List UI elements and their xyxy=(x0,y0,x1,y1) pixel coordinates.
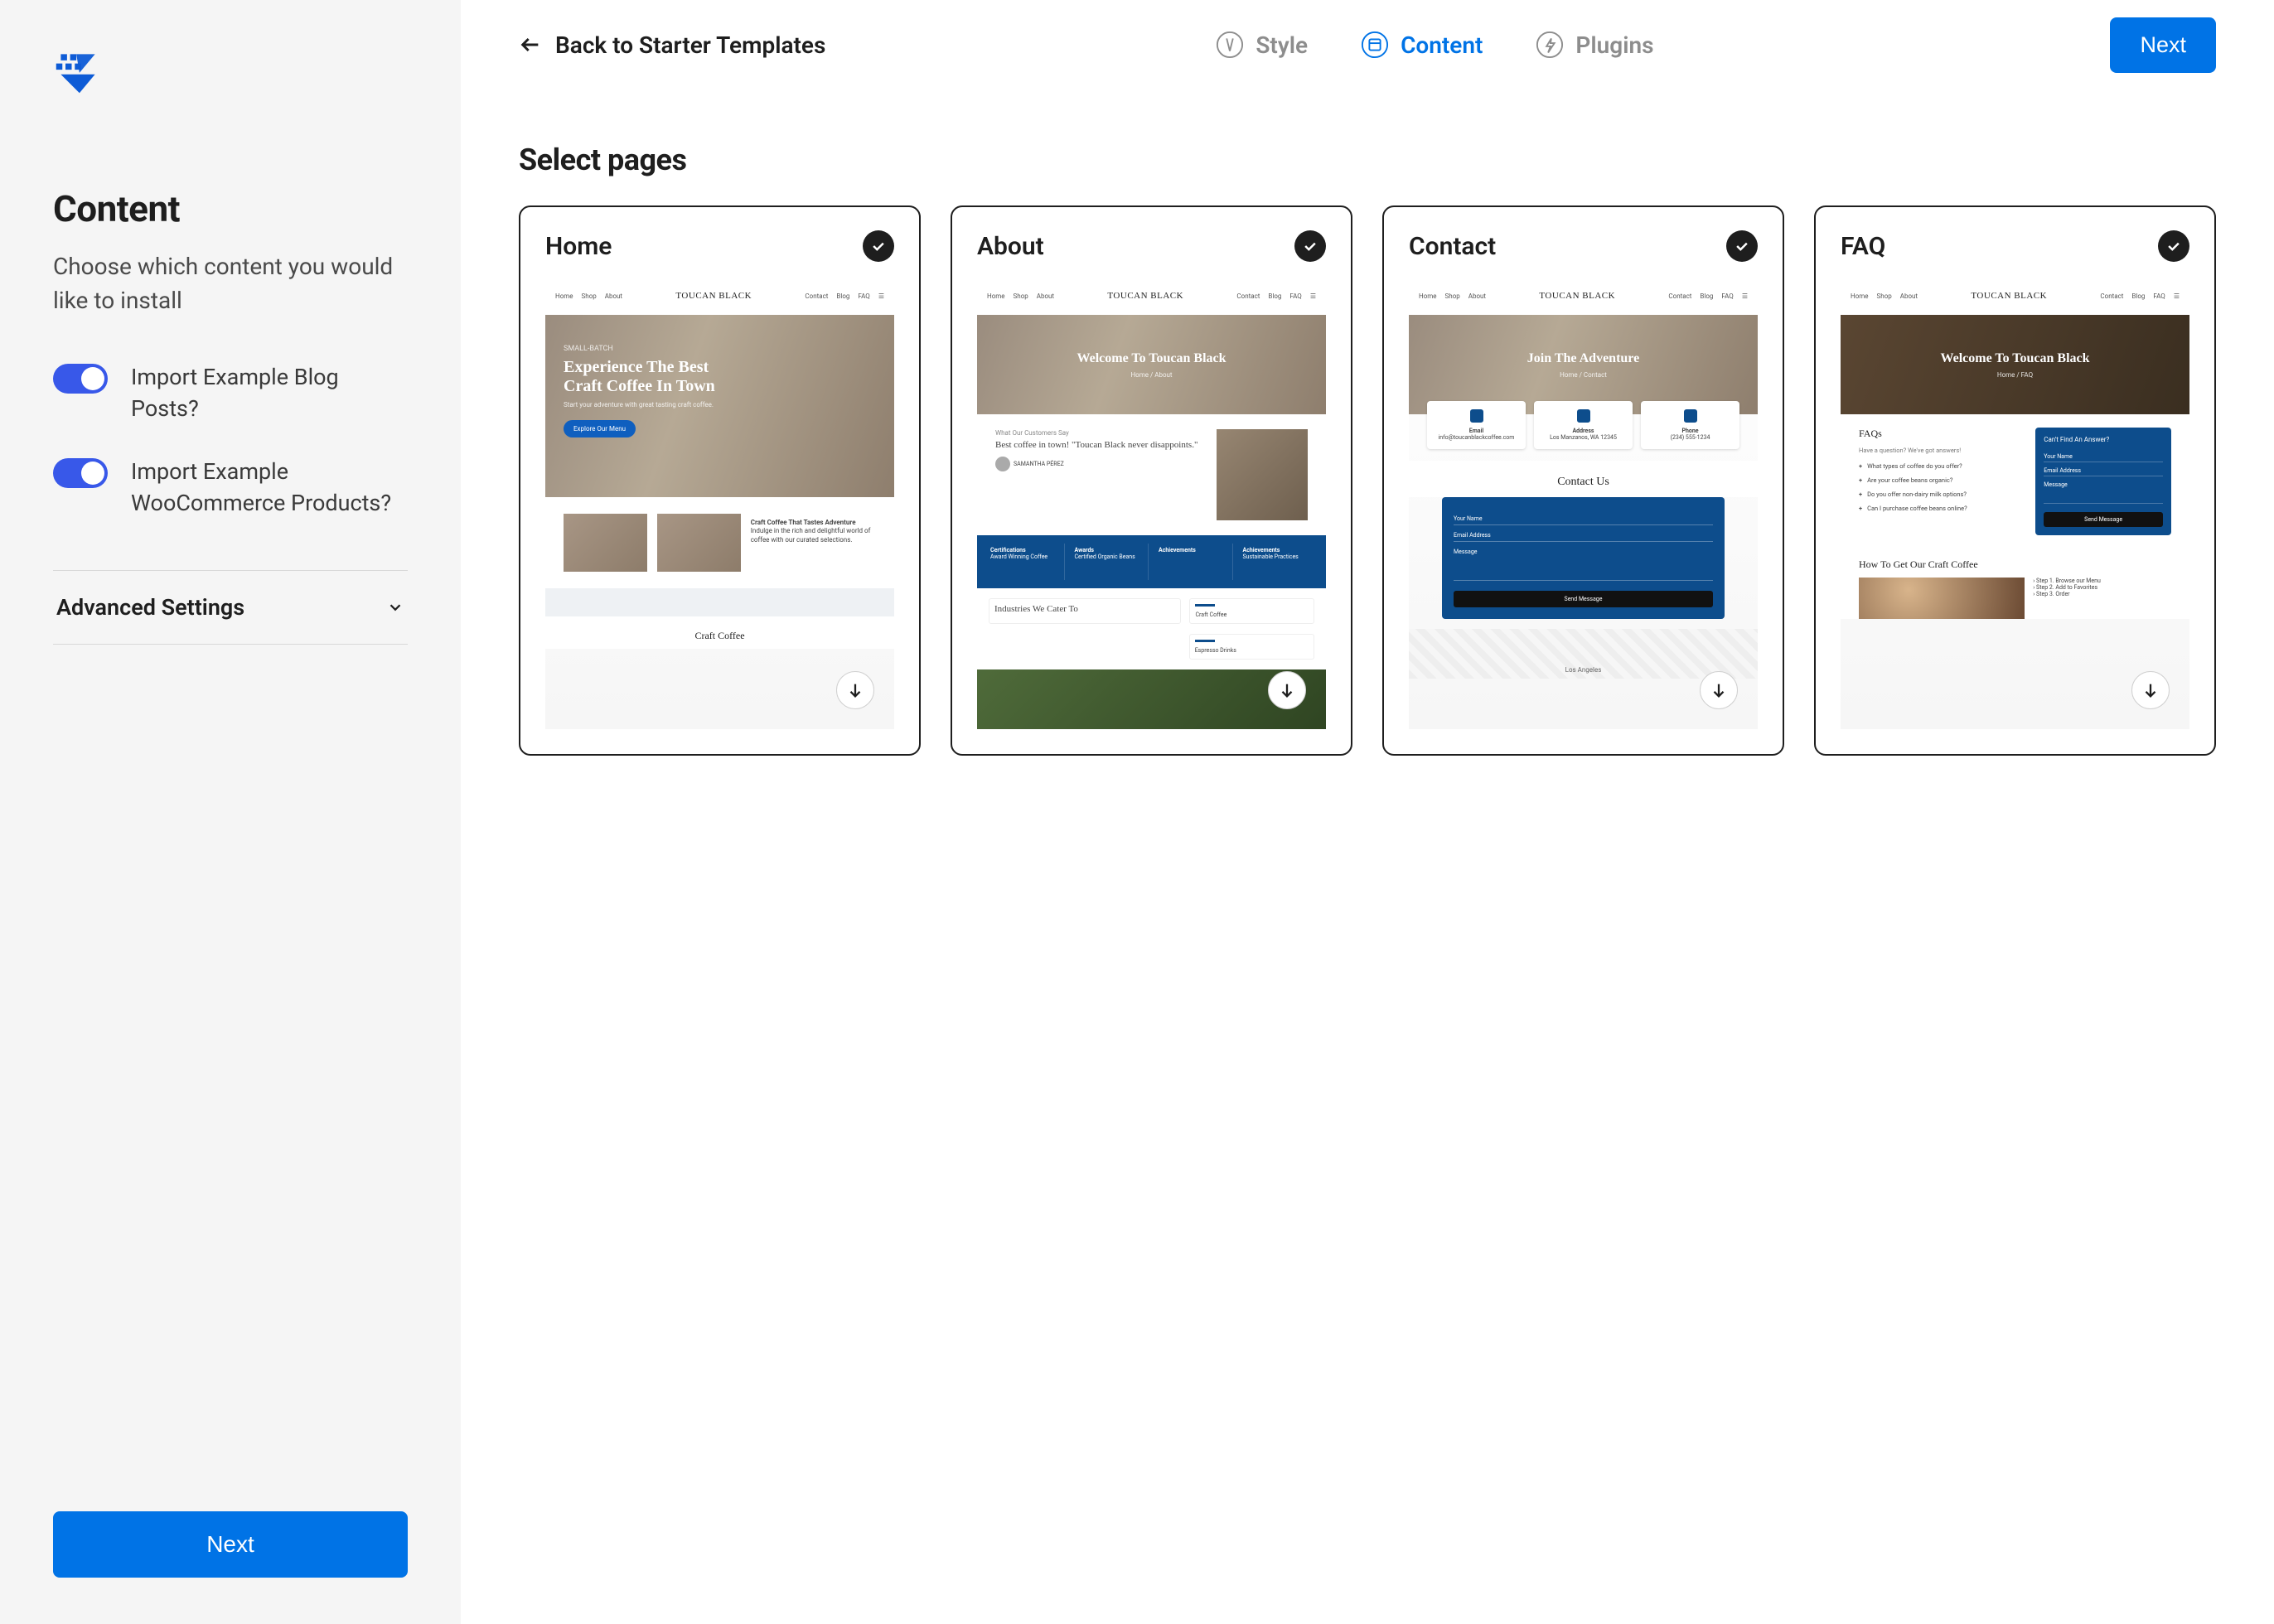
page-thumbnail-faq: HomeShopAboutTOUCAN BLACKContactBlogFAQ☰… xyxy=(1841,277,2189,729)
content-step-icon xyxy=(1361,31,1389,59)
toggle-import-woocommerce[interactable]: Import Example WooCommerce Products? xyxy=(53,457,408,520)
style-step-icon xyxy=(1216,31,1244,59)
scroll-down-icon[interactable] xyxy=(1268,671,1306,709)
page-card-title: Home xyxy=(545,232,612,261)
step-nav: Style Content Plugins xyxy=(1216,31,1653,59)
check-icon xyxy=(2158,230,2189,262)
content-area: Select pages Home HomeShopAboutTOUCAN BL… xyxy=(461,89,2274,809)
chevron-down-icon xyxy=(386,598,404,616)
topbar: Back to Starter Templates Style Content … xyxy=(461,0,2274,89)
page-thumbnail-about: HomeShopAboutTOUCAN BLACKContactBlogFAQ☰… xyxy=(977,277,1326,729)
sidebar-description: Choose which content you would like to i… xyxy=(53,250,408,317)
check-icon xyxy=(1726,230,1758,262)
toggle-switch-icon[interactable] xyxy=(53,458,108,488)
arrow-left-icon xyxy=(519,33,542,56)
page-grid: Home HomeShopAboutTOUCAN BLACKContactBlo… xyxy=(519,205,2216,756)
advanced-settings-row[interactable]: Advanced Settings xyxy=(53,570,408,645)
page-thumbnail-home: HomeShopAboutTOUCAN BLACKContactBlogFAQ☰… xyxy=(545,277,894,729)
step-label: Content xyxy=(1401,31,1483,59)
brand-logo xyxy=(53,46,103,96)
page-card-title: FAQ xyxy=(1841,232,1885,261)
check-icon xyxy=(1294,230,1326,262)
scroll-down-icon[interactable] xyxy=(2131,671,2170,709)
scroll-down-icon[interactable] xyxy=(1700,671,1738,709)
step-plugins[interactable]: Plugins xyxy=(1536,31,1653,59)
page-card-contact[interactable]: Contact HomeShopAboutTOUCAN BLACKContact… xyxy=(1382,205,1784,756)
section-title: Select pages xyxy=(519,143,2216,177)
step-label: Style xyxy=(1256,31,1308,59)
scroll-down-icon[interactable] xyxy=(836,671,874,709)
top-next-button[interactable]: Next xyxy=(2110,17,2216,73)
page-card-about[interactable]: About HomeShopAboutTOUCAN BLACKContactBl… xyxy=(951,205,1352,756)
page-card-title: Contact xyxy=(1409,232,1496,261)
main: Back to Starter Templates Style Content … xyxy=(461,0,2274,1624)
step-content[interactable]: Content xyxy=(1361,31,1483,59)
sidebar-title: Content xyxy=(53,187,408,230)
plugins-step-icon xyxy=(1536,31,1564,59)
toggle-switch-icon[interactable] xyxy=(53,364,108,394)
back-label: Back to Starter Templates xyxy=(555,31,825,59)
step-style[interactable]: Style xyxy=(1216,31,1308,59)
step-label: Plugins xyxy=(1575,31,1653,59)
toggle-import-blog-posts[interactable]: Import Example Blog Posts? xyxy=(53,362,408,425)
check-icon xyxy=(863,230,894,262)
page-card-home[interactable]: Home HomeShopAboutTOUCAN BLACKContactBlo… xyxy=(519,205,921,756)
page-thumbnail-contact: HomeShopAboutTOUCAN BLACKContactBlogFAQ☰… xyxy=(1409,277,1758,729)
toggle-label: Import Example Blog Posts? xyxy=(131,362,408,425)
page-card-faq[interactable]: FAQ HomeShopAboutTOUCAN BLACKContactBlog… xyxy=(1814,205,2216,756)
advanced-settings-label: Advanced Settings xyxy=(56,594,244,621)
page-card-title: About xyxy=(977,232,1044,261)
sidebar: Content Choose which content you would l… xyxy=(0,0,461,1624)
toggle-label: Import Example WooCommerce Products? xyxy=(131,457,408,520)
back-to-templates-link[interactable]: Back to Starter Templates xyxy=(519,31,825,59)
sidebar-next-button[interactable]: Next xyxy=(53,1511,408,1578)
